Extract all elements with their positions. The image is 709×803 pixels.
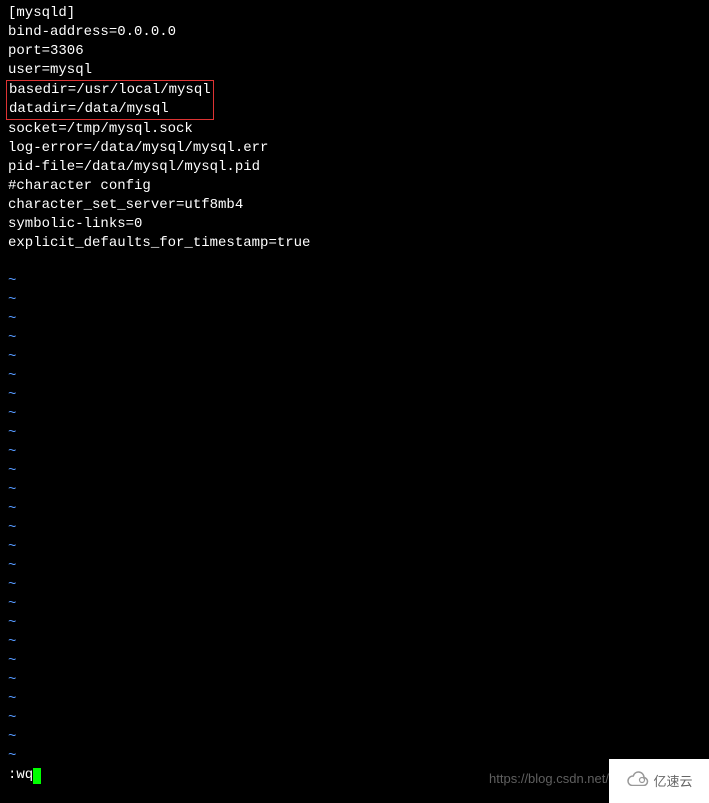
- tilde-line: ~: [8, 519, 709, 538]
- tilde-line: ~: [8, 671, 709, 690]
- tilde-line: ~: [8, 633, 709, 652]
- cloud-icon: [625, 770, 649, 793]
- tilde-line: ~: [8, 652, 709, 671]
- tilde-line: ~: [8, 557, 709, 576]
- highlighted-config-box: basedir=/usr/local/mysql datadir=/data/m…: [6, 80, 214, 120]
- tilde-line: ~: [8, 690, 709, 709]
- tilde-line: ~: [8, 310, 709, 329]
- tilde-line: ~: [8, 272, 709, 291]
- config-port: port=3306: [8, 42, 709, 61]
- tilde-line: ~: [8, 481, 709, 500]
- tilde-line: ~: [8, 747, 709, 766]
- logo-text: 亿速云: [653, 772, 692, 791]
- tilde-line: ~: [8, 462, 709, 481]
- tilde-line: ~: [8, 500, 709, 519]
- tilde-lines: ~~~~~~~~~~~~~~~~~~~~~~~~~~: [8, 272, 709, 766]
- tilde-line: ~: [8, 728, 709, 747]
- config-explicit-defaults: explicit_defaults_for_timestamp=true: [8, 234, 709, 253]
- config-datadir: datadir=/data/mysql: [9, 100, 211, 119]
- vim-command-text: :wq: [8, 766, 33, 785]
- tilde-line: ~: [8, 405, 709, 424]
- config-pid-file: pid-file=/data/mysql/mysql.pid: [8, 158, 709, 177]
- config-log-error: log-error=/data/mysql/mysql.err: [8, 139, 709, 158]
- tilde-line: ~: [8, 367, 709, 386]
- logo-box: 亿速云: [609, 759, 709, 803]
- tilde-line: ~: [8, 291, 709, 310]
- empty-line: [8, 253, 709, 272]
- tilde-line: ~: [8, 424, 709, 443]
- cursor-icon: [33, 768, 41, 784]
- tilde-line: ~: [8, 595, 709, 614]
- config-section-header: [mysqld]: [8, 4, 709, 23]
- config-user: user=mysql: [8, 61, 709, 80]
- tilde-line: ~: [8, 614, 709, 633]
- config-socket: socket=/tmp/mysql.sock: [8, 120, 709, 139]
- config-symbolic-links: symbolic-links=0: [8, 215, 709, 234]
- tilde-line: ~: [8, 348, 709, 367]
- tilde-line: ~: [8, 386, 709, 405]
- watermark-text: https://blog.csdn.net/: [489, 769, 609, 788]
- config-character-set: character_set_server=utf8mb4: [8, 196, 709, 215]
- config-basedir: basedir=/usr/local/mysql: [9, 81, 211, 100]
- tilde-line: ~: [8, 443, 709, 462]
- tilde-line: ~: [8, 538, 709, 557]
- config-character-comment: #character config: [8, 177, 709, 196]
- tilde-line: ~: [8, 709, 709, 728]
- tilde-line: ~: [8, 576, 709, 595]
- tilde-line: ~: [8, 329, 709, 348]
- config-bind-address: bind-address=0.0.0.0: [8, 23, 709, 42]
